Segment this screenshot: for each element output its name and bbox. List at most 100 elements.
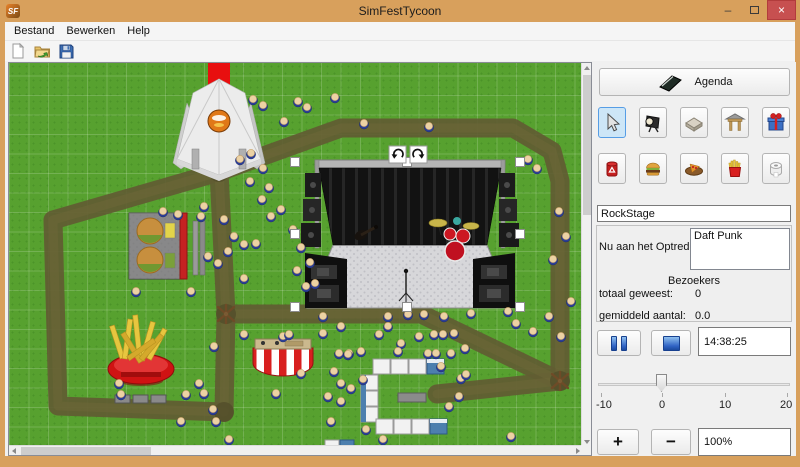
speed-slider-track[interactable] [598,383,790,386]
new-file-button[interactable] [8,41,28,60]
open-folder-icon [34,43,51,59]
cursor-icon [601,111,623,135]
visitor [257,195,266,205]
visitor [239,274,248,284]
scroll-right-icon[interactable] [576,448,580,454]
scroll-down-icon[interactable] [584,440,590,444]
visitor [211,417,220,427]
main-stage[interactable] [301,160,519,308]
visitor [454,392,463,402]
pause-icon [611,336,617,351]
visitor [359,119,368,129]
visitor [330,93,339,103]
map-horizontal-scrollbar[interactable] [9,445,583,455]
select-tool-button[interactable] [598,107,626,138]
visitor [239,330,248,340]
visitor [224,435,233,445]
visitor [186,287,195,297]
visitor [318,329,327,339]
visitor [419,310,428,320]
rotate-cw-button[interactable] [410,146,427,163]
clock-display: 14:38:25 [698,327,791,356]
close-button[interactable]: × [767,0,796,20]
selection-handle[interactable] [516,158,525,167]
slider-tick--10: -10 [596,399,612,411]
stop-button[interactable] [651,330,691,356]
visitor [131,287,140,297]
maximize-button[interactable] [741,0,767,20]
minimize-button[interactable]: – [715,0,741,20]
spotlight-tool-button[interactable] [639,107,667,138]
agenda-label: Agenda [695,76,733,88]
selection-handle[interactable] [291,230,300,239]
visitor [361,425,370,435]
bench [200,221,205,275]
scroll-left-icon[interactable] [12,448,16,454]
stage-tool-button[interactable] [680,107,708,138]
visitor [116,390,125,400]
visitor [393,347,402,357]
toolbar [5,41,795,61]
visitor [114,379,123,389]
striped-stand[interactable] [253,339,313,376]
visitor [561,232,570,242]
total-visitors-value: 0 [695,288,701,300]
agenda-button[interactable]: Agenda [599,68,790,96]
visitor [276,205,285,215]
visitor [336,322,345,332]
visitor [436,362,445,372]
titlebar[interactable]: SF SimFestTycoon – × [0,0,800,22]
time-value: 14:38:25 [704,336,747,348]
zoom-out-button[interactable]: − [651,429,691,455]
visitor [293,97,302,107]
selection-handle[interactable] [516,230,525,239]
horizontal-scroll-thumb[interactable] [21,447,151,455]
visitor [235,155,244,165]
burger-tool-button[interactable] [639,153,667,184]
visitor [223,247,232,257]
zoom-in-button[interactable]: + [597,429,639,455]
scroll-up-icon[interactable] [584,66,590,70]
visitor [284,330,293,340]
toilet-tool-button[interactable] [762,153,790,184]
trash-tool-button[interactable] [598,153,626,184]
map-vertical-scrollbar[interactable] [581,63,591,447]
selection-handle[interactable] [403,303,412,312]
menu-bewerken[interactable]: Bewerken [60,23,121,39]
vertical-scroll-thumb[interactable] [583,75,591,215]
pizza-tool-button[interactable] [680,153,708,184]
now-performing-list[interactable]: Daft Punk [690,228,790,270]
stage-name-input[interactable] [597,205,791,222]
visitor [209,342,218,352]
visitor [374,330,383,340]
visitor [431,349,440,359]
visitor [528,327,537,337]
menu-bestand[interactable]: Bestand [8,23,60,39]
selection-handle[interactable] [516,303,525,312]
menu-help[interactable]: Help [121,23,156,39]
entrance-tent[interactable] [173,79,265,181]
fries-tool-button[interactable] [721,153,749,184]
visitor [203,252,212,262]
visitor [556,332,565,342]
save-file-button[interactable] [56,41,76,60]
zoom-display: 100% [698,428,791,456]
visitor [446,349,455,359]
performer-item[interactable]: Daft Punk [694,230,786,242]
selection-handle[interactable] [291,303,300,312]
rotate-ccw-button[interactable] [389,146,406,163]
gift-tool-button[interactable] [762,107,790,138]
open-file-button[interactable] [32,41,52,60]
total-visitors-label: totaal geweest: [599,288,673,300]
selection-handle[interactable] [291,158,300,167]
lighting-tower-left [301,173,321,247]
visitor [356,347,365,357]
festival-map-canvas[interactable] [9,63,583,447]
gate-tool-button[interactable] [721,107,749,138]
visitor [279,117,288,127]
fries-stand[interactable] [108,315,174,403]
speed-slider-thumb[interactable] [656,374,667,392]
pause-button[interactable] [597,330,641,356]
burger-stand[interactable] [129,213,205,279]
visitor [229,232,238,242]
